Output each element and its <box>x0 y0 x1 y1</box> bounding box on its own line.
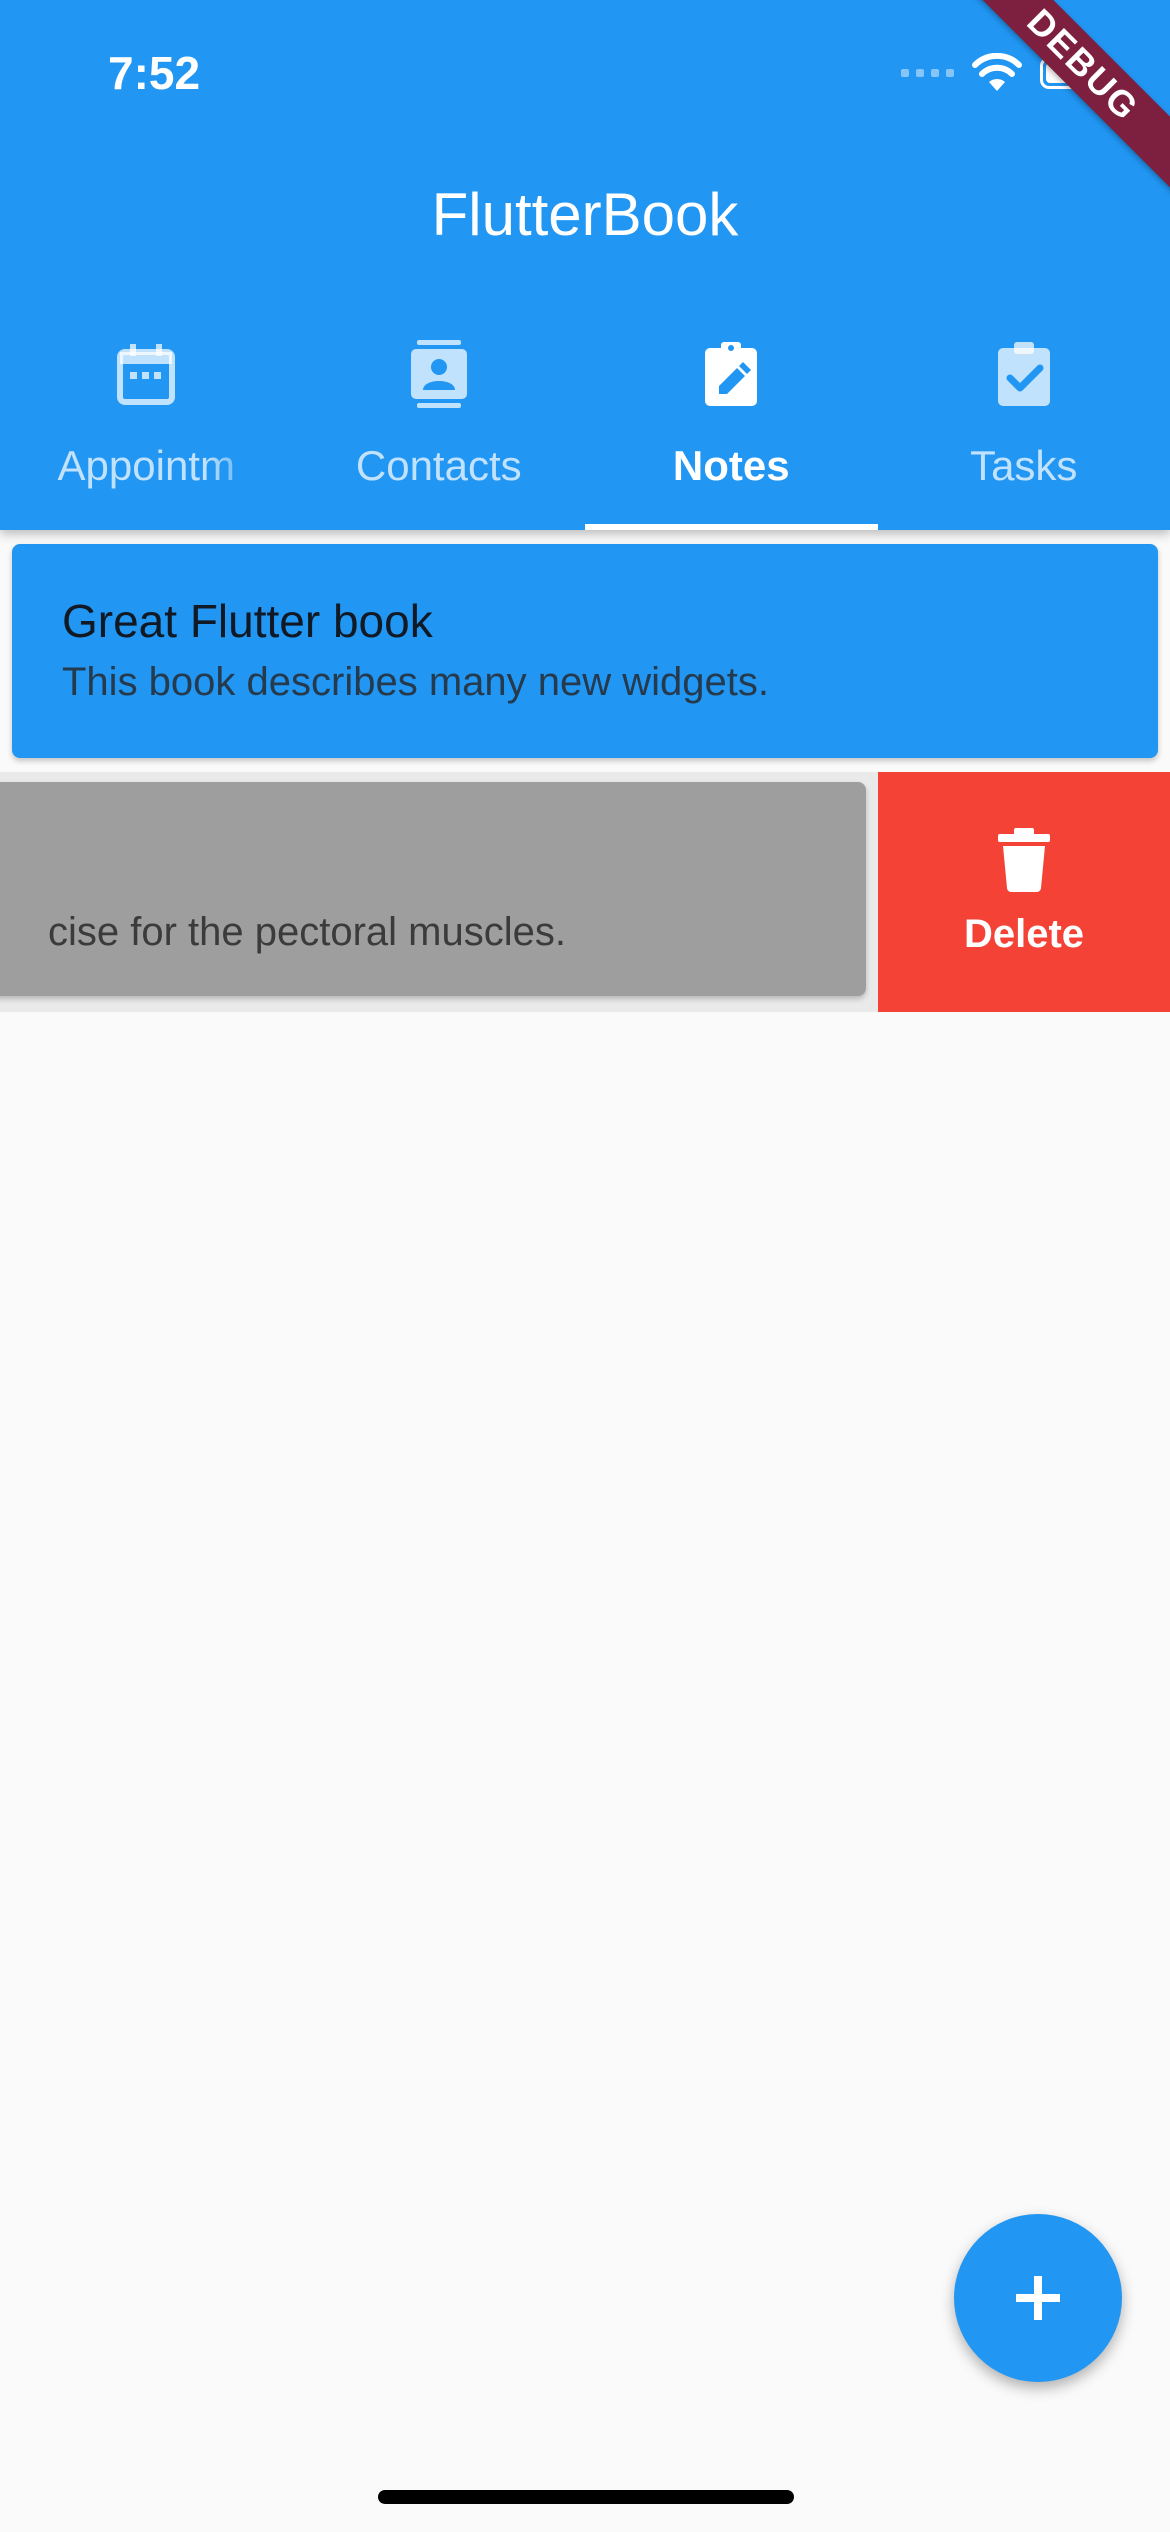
slidable-note-row[interactable]: cise for the pectoral muscles. Delete <box>0 772 1170 1012</box>
tab-appointments[interactable]: Appointm <box>0 330 293 530</box>
note-card[interactable]: cise for the pectoral muscles. <box>0 782 866 996</box>
tab-label: Contacts <box>355 442 522 489</box>
tab-label: Tasks <box>970 442 1078 489</box>
active-tab-indicator <box>585 524 878 530</box>
tab-label: Appointm <box>57 442 235 489</box>
tab-notes[interactable]: Notes <box>585 330 878 530</box>
delete-button[interactable]: Delete <box>878 772 1170 1012</box>
contact-card-icon <box>410 340 467 408</box>
note-content: This book describes many new widgets. <box>62 660 769 704</box>
trash-icon <box>998 828 1050 892</box>
tab-label: Notes <box>672 442 790 489</box>
signal-icon <box>901 69 954 77</box>
plus-icon <box>1016 2276 1060 2320</box>
clipboard-check-icon <box>997 342 1050 406</box>
delete-label: Delete <box>963 912 1085 956</box>
home-indicator[interactable] <box>378 2490 794 2504</box>
wifi-icon <box>972 53 1022 91</box>
app-title: FlutterBook <box>431 181 739 248</box>
calendar-icon <box>117 344 176 405</box>
note-card[interactable]: Great Flutter book This book describes m… <box>12 544 1158 758</box>
note-content: cise for the pectoral muscles. <box>48 910 566 954</box>
notes-screen: 7:52 FlutterBook Appointm Contacts Notes… <box>0 0 1170 2532</box>
tab-tasks[interactable]: Tasks <box>878 330 1170 530</box>
add-note-button[interactable] <box>954 2214 1122 2382</box>
note-edit-icon <box>705 342 758 406</box>
app-bar: 7:52 FlutterBook Appointm Contacts Notes… <box>0 0 1170 530</box>
note-title: Great Flutter book <box>62 595 433 647</box>
tab-bar: Appointm Contacts Notes Tasks <box>0 330 1170 530</box>
tab-contacts[interactable]: Contacts <box>293 330 586 530</box>
status-time: 7:52 <box>108 47 201 99</box>
